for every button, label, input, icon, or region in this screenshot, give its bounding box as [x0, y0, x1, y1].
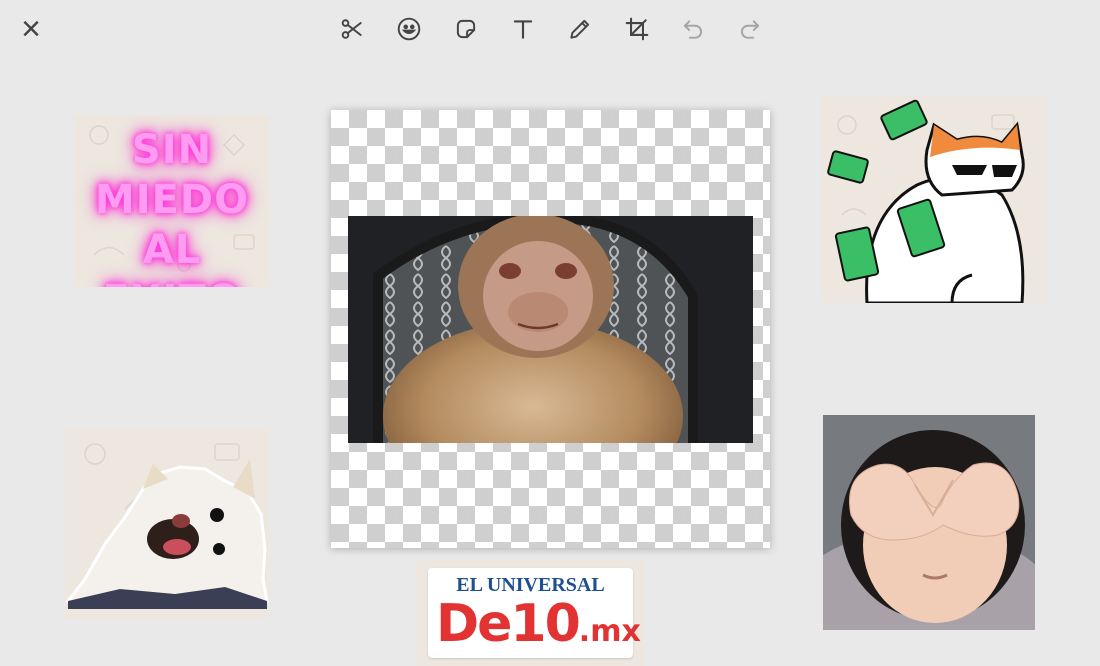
text-icon — [513, 20, 533, 39]
cat-money-illustration — [827, 99, 1025, 303]
monkey-photo[interactable] — [348, 216, 753, 443]
sticker-icon — [456, 19, 476, 39]
logo-main-text: De10.mx — [436, 594, 641, 662]
logo-suffix: .mx — [578, 614, 641, 649]
sticker-cat-money[interactable] — [822, 95, 1047, 303]
chihuahua-illustration — [65, 443, 269, 609]
sticker-neon-text[interactable]: SIN MIEDO AL EXITO — [74, 115, 270, 287]
undo-icon — [683, 20, 703, 39]
editor-toolbar: × — [0, 0, 1100, 58]
emoji-icon — [397, 17, 421, 41]
crop-tool-button[interactable] — [620, 12, 654, 46]
draw-tool-button[interactable] — [563, 12, 597, 46]
crop-icon — [625, 17, 649, 41]
emoji-tool-button[interactable] — [392, 12, 426, 46]
close-icon: × — [21, 10, 41, 48]
sticker-chihuahua[interactable] — [65, 429, 269, 619]
scissors-icon — [341, 19, 362, 39]
capuchin-monkey-image — [348, 216, 753, 443]
cut-tool-button[interactable] — [335, 12, 369, 46]
redo-icon — [740, 20, 760, 39]
baby-illustration — [823, 415, 1035, 630]
logo-card: EL UNIVERSAL De10.mx — [428, 568, 641, 658]
sticker-canvas[interactable] — [331, 110, 770, 548]
text-tool-button[interactable] — [506, 12, 540, 46]
undo-button[interactable] — [676, 12, 710, 46]
neon-sticker-text: SIN MIEDO AL EXITO — [94, 127, 250, 287]
sticker-baby[interactable] — [823, 415, 1035, 630]
close-button[interactable]: × — [14, 12, 48, 46]
sticker-tool-button[interactable] — [449, 12, 483, 46]
logo-main: De10 — [436, 594, 581, 654]
pencil-icon — [570, 19, 590, 39]
sticker-logo[interactable]: EL UNIVERSAL De10.mx — [416, 560, 644, 666]
redo-button[interactable] — [733, 12, 767, 46]
